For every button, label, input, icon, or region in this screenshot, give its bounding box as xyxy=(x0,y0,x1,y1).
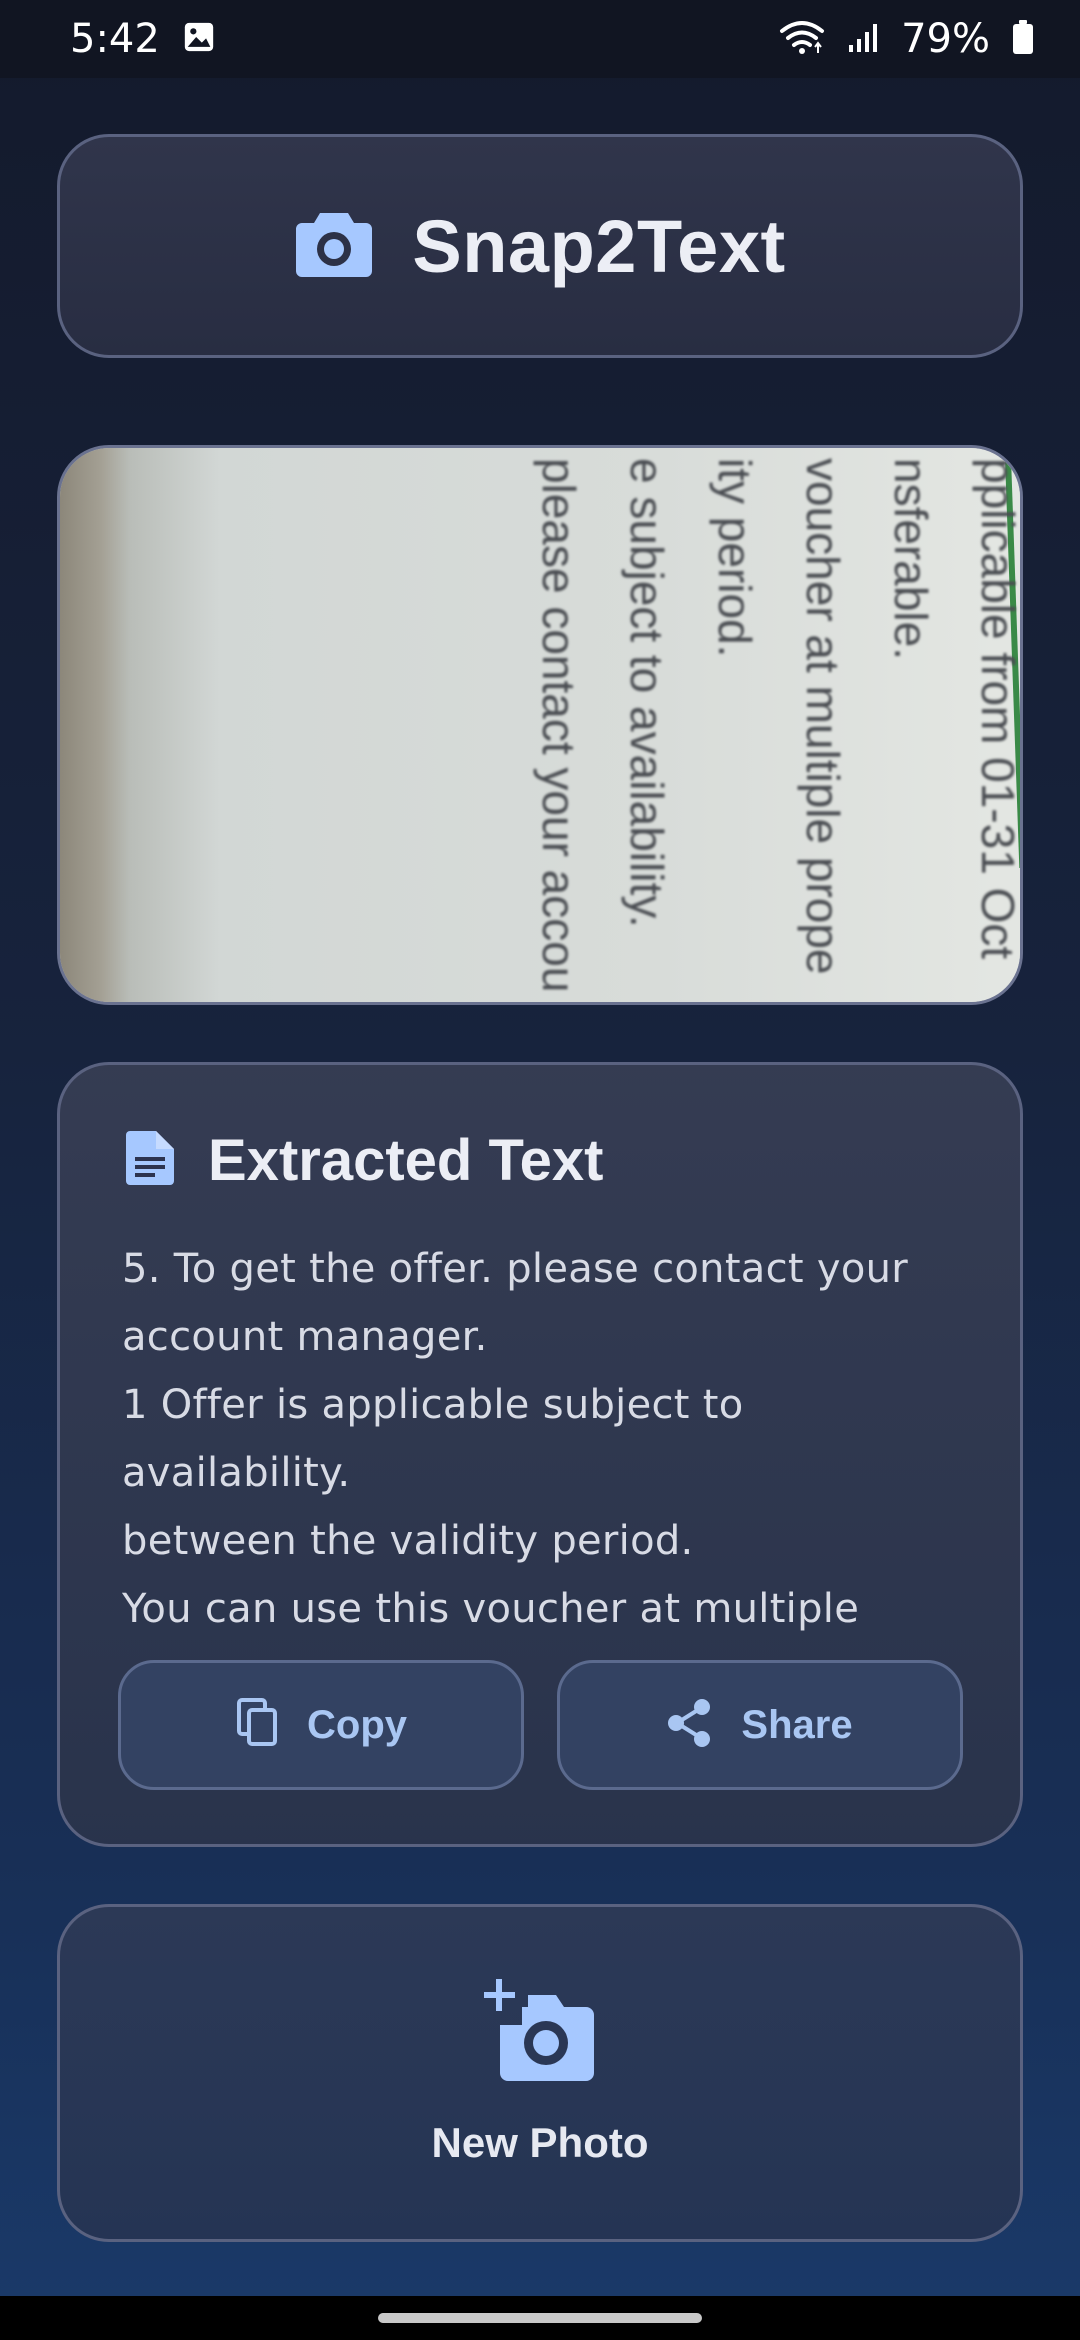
share-icon xyxy=(667,1698,713,1753)
wifi-icon xyxy=(779,19,825,60)
extracted-text-title: Extracted Text xyxy=(208,1128,604,1193)
document-icon xyxy=(122,1129,178,1192)
app-header-card: Snap2Text xyxy=(57,134,1023,358)
photo-text-line: nsferable. xyxy=(885,458,937,661)
photo-text-line: pplicable from 01-31 Oct xyxy=(972,458,1023,960)
captured-photo: pplicable from 01-31 Oct nsferable. vouc… xyxy=(57,445,1023,1005)
gallery-notification-icon xyxy=(182,20,216,59)
extracted-text-scroll[interactable]: 5. To get the offer. please contact your… xyxy=(122,1235,982,1663)
status-time: 5:42 xyxy=(70,16,160,62)
new-photo-label: New Photo xyxy=(431,2119,649,2166)
new-photo-button[interactable]: New Photo xyxy=(57,1904,1023,2242)
extracted-text-header: Extracted Text xyxy=(122,1127,603,1194)
camera-icon xyxy=(294,209,374,284)
photo-text-line: voucher at multiple prope xyxy=(797,458,849,975)
battery-icon xyxy=(1012,19,1034,60)
copy-button[interactable]: Copy xyxy=(118,1660,524,1790)
photo-text-line: ity period. xyxy=(709,458,761,658)
battery-percentage: 79% xyxy=(901,16,990,62)
status-right: 79% xyxy=(779,16,1034,62)
extracted-text-body: 5. To get the offer. please contact your… xyxy=(122,1246,909,1632)
share-button[interactable]: Share xyxy=(557,1660,963,1790)
add-camera-icon xyxy=(483,1977,604,2092)
photo-text-line: e subject to availability. xyxy=(621,458,673,928)
share-label: Share xyxy=(741,1702,853,1747)
home-gesture-handle[interactable] xyxy=(378,2313,702,2323)
copy-icon xyxy=(235,1697,279,1753)
status-left: 5:42 xyxy=(70,16,216,62)
status-bar: 5:42 79% xyxy=(0,0,1080,78)
app-title: Snap2Text xyxy=(412,204,786,288)
navigation-bar xyxy=(0,2296,1080,2340)
signal-icon xyxy=(847,21,879,58)
extracted-text-card: Extracted Text 5. To get the offer. plea… xyxy=(57,1062,1023,1847)
copy-label: Copy xyxy=(307,1702,407,1747)
photo-text-line: please contact your accou xyxy=(533,458,585,993)
